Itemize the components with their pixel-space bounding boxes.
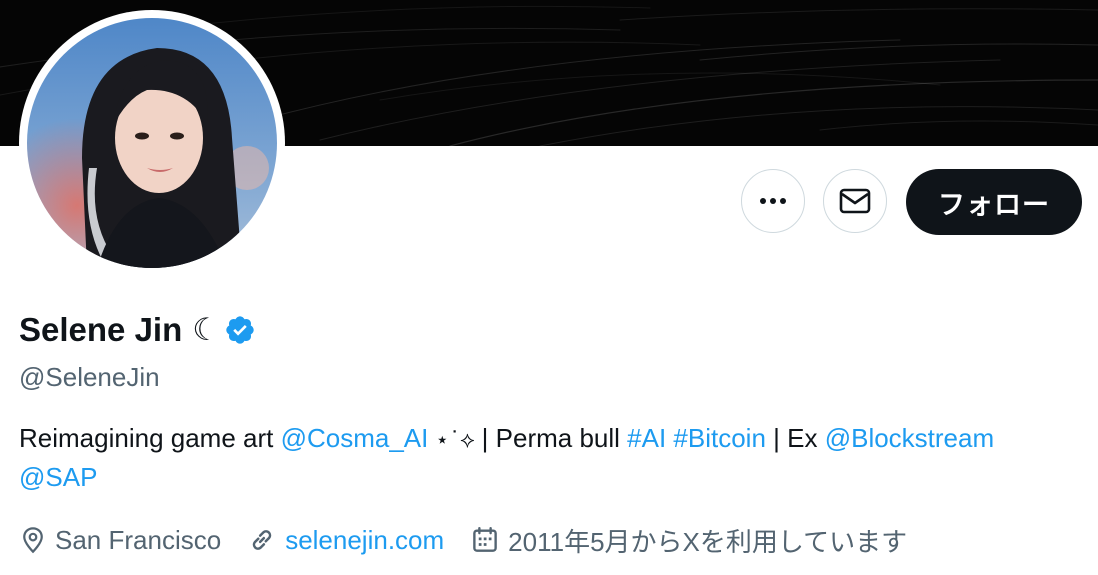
- bio-text: Reimagining game art: [19, 423, 281, 453]
- joined-item: 2011年5月からXを利用しています: [470, 522, 907, 559]
- bio-mention-link[interactable]: @Cosma_AI: [281, 423, 429, 453]
- location-text: San Francisco: [55, 524, 222, 555]
- more-dots-icon: [760, 198, 786, 204]
- bio-hashtag-link[interactable]: #AI: [627, 423, 666, 453]
- calendar-icon: [473, 526, 497, 552]
- follow-button-label: フォロー: [938, 189, 1050, 220]
- display-name-row: Selene Jin ☾: [19, 307, 256, 353]
- profile-meta: San Francisco selenejin.com 2011年5月からXを利…: [19, 520, 933, 560]
- bio-text: | Ex: [765, 423, 825, 453]
- mail-icon: [839, 188, 871, 214]
- display-name: Selene Jin: [19, 311, 183, 348]
- website-item[interactable]: selenejin.com: [247, 525, 444, 556]
- message-button[interactable]: [823, 169, 887, 233]
- bio-sparkles: ⋆˙⟡: [428, 428, 482, 453]
- joined-date-text: 2011年5月からXを利用しています: [508, 526, 908, 557]
- location-pin-icon: [23, 527, 43, 554]
- bio-text: | Perma bull: [481, 423, 628, 453]
- name-emoji: ☾: [192, 312, 221, 348]
- location-item: San Francisco: [19, 525, 221, 556]
- bio-mention-link[interactable]: @SAP: [19, 462, 97, 492]
- verified-badge-icon[interactable]: [224, 314, 256, 346]
- profile-avatar[interactable]: [27, 18, 277, 268]
- follow-button[interactable]: フォロー: [906, 169, 1082, 235]
- more-button[interactable]: [741, 169, 805, 233]
- bio-hashtag-link[interactable]: #Bitcoin: [673, 423, 766, 453]
- profile-bio: Reimagining game art @Cosma_AI ⋆˙⟡ | Per…: [19, 420, 1089, 496]
- website-link[interactable]: selenejin.com: [285, 525, 444, 556]
- avatar-photo: [27, 18, 277, 268]
- bio-mention-link[interactable]: @Blockstream: [825, 423, 994, 453]
- link-icon: [252, 530, 272, 550]
- profile-handle: @SeleneJin: [19, 362, 160, 392]
